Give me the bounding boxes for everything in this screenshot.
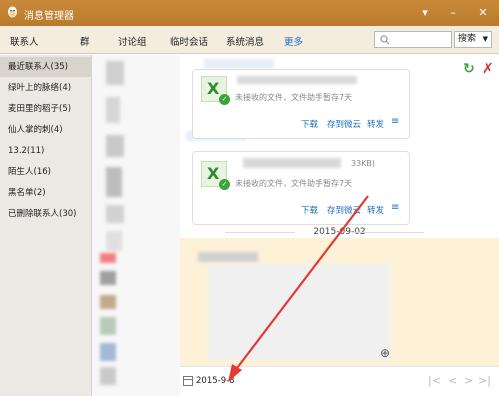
image-message[interactable] [208, 264, 390, 360]
avatar [106, 167, 122, 197]
group-item[interactable]: 仙人掌的刺(4) [0, 120, 92, 140]
first-page-button[interactable]: |< [428, 374, 441, 387]
file-message-card: 33KB) X ✓ 未接收的文件，文件助手暂存7天 下载 存到微云 转发 ≡ [192, 151, 410, 225]
delete-icon[interactable]: ✗ [482, 61, 494, 77]
zoom-in-icon[interactable]: ⊕ [380, 346, 390, 360]
search-button-label: 搜索 [458, 34, 477, 44]
refresh-icon[interactable]: ↻ [463, 61, 475, 77]
avatar [100, 367, 116, 385]
title-bar: 消息管理器 ▾ – ✕ [0, 0, 499, 26]
tab-temp-session[interactable]: 临时会话 [170, 34, 208, 48]
avatar [100, 343, 116, 361]
file-note: 未接收的文件，文件助手暂存7天 [235, 179, 353, 188]
search-input[interactable] [374, 31, 452, 48]
blurred-filename [243, 158, 341, 168]
highlighted-message: ⊕ [180, 238, 499, 366]
group-item[interactable]: 绿叶上的脉络(4) [0, 78, 92, 98]
search-button[interactable]: 搜索 ▼ [454, 31, 492, 48]
avatar [100, 253, 116, 263]
last-page-button[interactable]: >| [478, 374, 491, 387]
window-title: 消息管理器 [24, 11, 74, 22]
tab-discussion[interactable]: 讨论组 [118, 34, 147, 48]
chevron-down-icon: ▼ [482, 35, 488, 43]
tab-system-messages[interactable]: 系统消息 [226, 34, 264, 48]
tab-contacts[interactable]: 联系人 [10, 34, 39, 48]
prev-page-button[interactable]: < [448, 374, 457, 387]
group-item[interactable]: 13.2(11) [0, 141, 92, 161]
calendar-icon[interactable] [183, 376, 193, 386]
group-blacklist[interactable]: 黑名单(2) [0, 183, 92, 203]
next-page-button[interactable]: > [464, 374, 473, 387]
close-button[interactable]: ✕ [474, 5, 492, 20]
excel-file-icon: X ✓ [201, 161, 230, 190]
nav-bar: 联系人 群 讨论组 临时会话 系统消息 更多 搜索 ▼ [0, 26, 499, 54]
blurred-filename [237, 76, 357, 84]
download-link[interactable]: 下载 [301, 118, 318, 130]
avatar [106, 135, 124, 157]
file-note: 未接收的文件，文件助手暂存7天 [235, 93, 353, 102]
minimize-button[interactable]: – [444, 5, 462, 20]
group-deleted-contacts[interactable]: 已删除联系人(30) [0, 204, 92, 224]
file-message-card: X ✓ 未接收的文件，文件助手暂存7天 下载 存到微云 转发 ≡ [192, 69, 410, 139]
dropdown-icon[interactable]: ▾ [416, 5, 434, 20]
forward-link[interactable]: 转发 [367, 118, 384, 130]
avatar [106, 61, 124, 85]
forward-link[interactable]: 转发 [367, 204, 384, 216]
search-icon [380, 35, 390, 45]
avatar [100, 317, 116, 335]
group-strangers[interactable]: 陌生人(16) [0, 162, 92, 182]
date-separator: 2015-09-02 [180, 227, 499, 237]
menu-icon[interactable]: ≡ [391, 202, 399, 213]
menu-icon[interactable]: ≡ [391, 116, 399, 127]
tab-more[interactable]: 更多 [284, 34, 303, 48]
avatar [106, 231, 122, 251]
download-link[interactable]: 下载 [301, 204, 318, 216]
qq-penguin-icon [8, 6, 17, 18]
file-size: 33KB) [351, 159, 376, 168]
save-to-cloud-link[interactable]: 存到微云 [327, 204, 361, 216]
avatar [106, 97, 120, 123]
blurred-text [204, 59, 274, 69]
contact-list[interactable] [92, 55, 180, 396]
message-panel: ↻ ✗ X ✓ 未接收的文件，文件助手暂存7天 下载 存到微云 转发 ≡ 33KB… [180, 55, 499, 396]
save-to-cloud-link[interactable]: 存到微云 [327, 118, 361, 130]
group-item[interactable]: 麦田里的稻子(5) [0, 99, 92, 119]
avatar [100, 271, 116, 285]
tab-groups[interactable]: 群 [80, 34, 90, 48]
bottom-bar: 2015-9-8 |< < > >| [180, 366, 499, 396]
avatar [106, 205, 124, 223]
excel-file-icon: X ✓ [201, 76, 230, 105]
group-sidebar: 最近联系人(35) 绿叶上的脉络(4) 麦田里的稻子(5) 仙人掌的刺(4) 1… [0, 55, 92, 396]
blurred-text [198, 252, 258, 262]
current-date: 2015-9-8 [196, 376, 235, 386]
group-recent-contacts[interactable]: 最近联系人(35) [0, 57, 92, 77]
avatar [100, 295, 116, 309]
